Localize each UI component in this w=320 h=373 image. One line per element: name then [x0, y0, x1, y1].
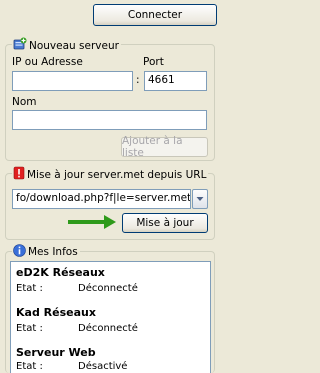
port-label: Port — [143, 56, 164, 68]
webserver-status-row: Etat : Désactivé — [16, 361, 127, 372]
infos-panel: eD2K Réseaux Etat : Déconnecté Kad Résea… — [10, 261, 211, 373]
new-server-title: Nouveau serveur — [29, 39, 119, 52]
kad-status-key: Etat : — [16, 323, 43, 334]
green-arrow-icon — [68, 215, 116, 232]
infos-legend: Mes Infos — [12, 244, 80, 260]
kad-title: Kad Réseaux — [16, 306, 96, 319]
name-label: Nom — [12, 96, 37, 108]
update-legend: Mise à jour server.met depuis URL — [12, 166, 209, 183]
new-server-legend: Nouveau serveur — [12, 37, 121, 54]
webserver-status-key: Etat : — [16, 361, 43, 372]
url-input[interactable]: fo/download.php?f|le=server.met — [12, 189, 191, 209]
connect-button[interactable]: Connecter — [93, 4, 217, 26]
chevron-down-icon — [196, 193, 204, 205]
warning-icon — [13, 166, 25, 183]
update-title: Mise à jour server.met depuis URL — [27, 168, 207, 181]
webserver-status-value: Désactivé — [78, 361, 128, 372]
ed2k-status-value: Déconnecté — [78, 283, 138, 294]
update-button[interactable]: Mise à jour — [122, 213, 208, 233]
port-separator: : — [136, 74, 140, 86]
name-input[interactable] — [12, 110, 207, 130]
ed2k-status-key: Etat : — [16, 283, 43, 294]
url-dropdown-button[interactable] — [192, 189, 208, 209]
infos-title: Mes Infos — [28, 246, 78, 258]
info-icon — [13, 244, 26, 260]
webserver-title: Serveur Web — [16, 346, 96, 359]
add-to-list-button[interactable]: Ajouter à la liste — [121, 135, 208, 159]
kad-status-value: Déconnecté — [78, 323, 138, 334]
ip-input[interactable] — [12, 71, 133, 91]
ed2k-title: eD2K Réseaux — [16, 266, 105, 279]
kad-status-row: Etat : Déconnecté — [16, 323, 138, 334]
port-input[interactable]: 4661 — [144, 71, 207, 91]
ed2k-status-row: Etat : Déconnecté — [16, 283, 138, 294]
server-add-icon — [13, 37, 27, 54]
ip-label: IP ou Adresse — [12, 56, 83, 68]
